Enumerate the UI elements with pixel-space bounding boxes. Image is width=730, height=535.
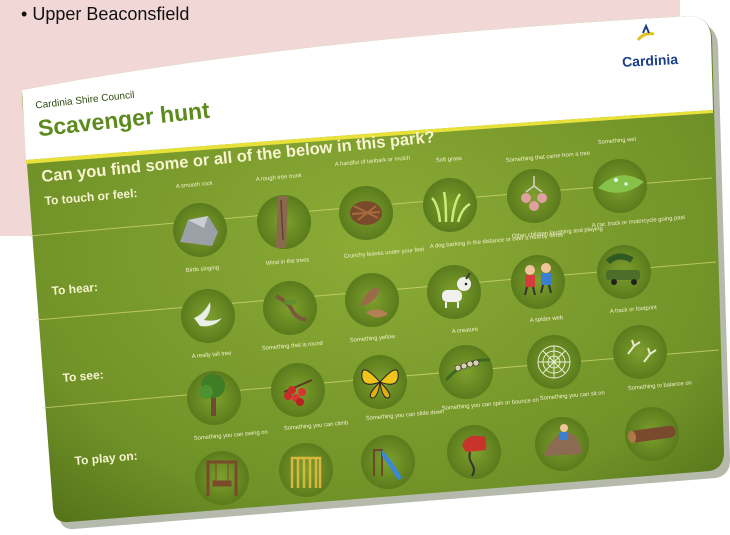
tree-trunk-icon xyxy=(276,196,288,248)
icon-circle xyxy=(271,363,325,417)
icon-circle xyxy=(195,451,249,505)
icon-circle xyxy=(511,255,565,309)
mulch-icon xyxy=(350,201,382,225)
icon-circle xyxy=(613,325,667,379)
icon-circle xyxy=(439,345,493,399)
logo-text: Cardinia xyxy=(622,51,679,70)
icon-circle xyxy=(181,289,235,343)
icon-circle xyxy=(279,443,333,497)
scavenger-hunt-sign: Cardinia Shire Council Scavenger hunt Ca… xyxy=(22,16,730,530)
spider-web-icon xyxy=(537,345,571,379)
